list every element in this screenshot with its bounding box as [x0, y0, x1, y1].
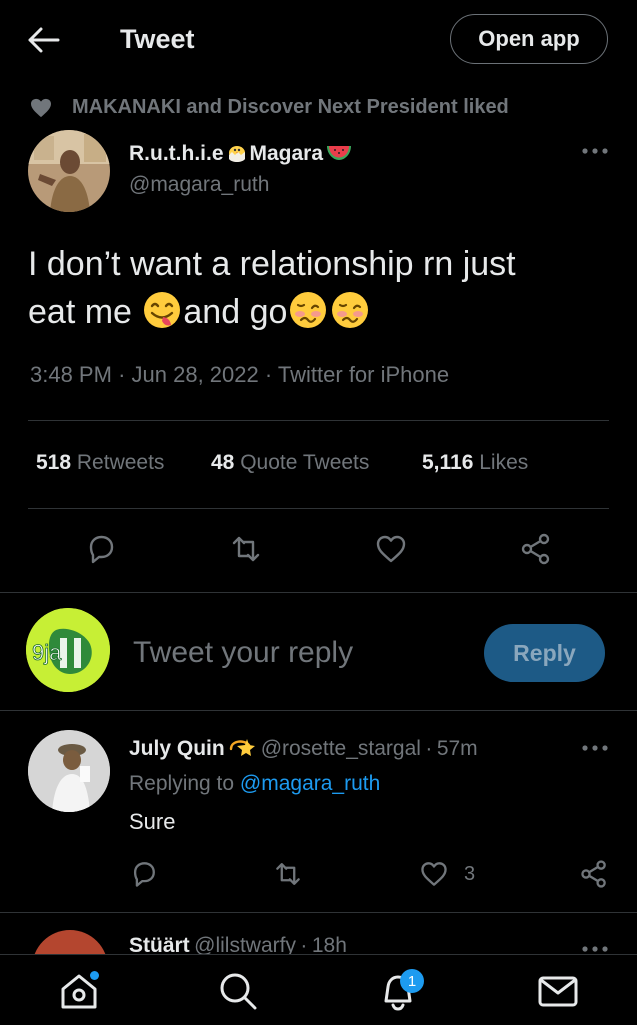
page-title: Tweet — [120, 24, 195, 54]
reply-button[interactable]: Reply — [484, 624, 605, 682]
share-icon[interactable] — [518, 531, 554, 567]
tweet-time[interactable]: 3:48 PM — [30, 362, 112, 387]
notifications-badge: 1 — [400, 969, 424, 993]
divider — [28, 420, 609, 421]
author-name[interactable]: R.u.t.h.i.e Magara — [129, 140, 353, 166]
author-handle[interactable]: @magara_ruth — [129, 173, 269, 197]
current-user-avatar[interactable]: 9ja — [26, 608, 110, 692]
social-context-text: MAKANAKI and Discover Next President lik… — [72, 96, 509, 118]
top-header: Tweet Open app — [0, 0, 637, 80]
author-avatar[interactable] — [28, 130, 110, 212]
likes-stat[interactable]: 5,116 Likes — [422, 451, 528, 475]
tweet-date[interactable]: Jun 28, 2022 — [132, 362, 259, 387]
tweet-meta: 3:48 PM · Jun 28, 2022 · Twitter for iPh… — [30, 362, 449, 388]
likes-label: Likes — [479, 451, 529, 474]
reply-author-handle[interactable]: @rosette_stargal — [261, 737, 421, 760]
reply-header: July Quin @rosette_stargal · 57m — [129, 735, 478, 761]
retweet-icon[interactable] — [228, 531, 264, 567]
replying-to-prefix: Replying to — [129, 772, 235, 795]
hatching-chick-icon — [225, 140, 249, 164]
woozy-face-emoji-icon — [289, 291, 327, 329]
reply-author-name[interactable]: July Quin — [129, 737, 225, 760]
savoring-food-emoji-icon — [143, 291, 181, 329]
tweet-text-line2: eat me and go — [28, 288, 618, 336]
search-icon[interactable] — [216, 969, 260, 1013]
divider — [0, 912, 637, 913]
author-name-part1: R.u.t.h.i.e — [129, 142, 224, 165]
watermelon-icon — [325, 144, 353, 162]
messages-envelope-icon[interactable] — [536, 969, 580, 1013]
more-options-icon[interactable] — [580, 944, 610, 954]
reply-input[interactable]: Tweet your reply — [133, 636, 353, 670]
like-icon[interactable] — [373, 531, 409, 567]
author-name-part2: Magara — [249, 142, 324, 165]
quotes-count: 48 — [211, 451, 235, 474]
tweet-text-part-b: and go — [183, 293, 288, 331]
reply-author-avatar[interactable] — [28, 730, 110, 812]
reply-time[interactable]: 57m — [437, 737, 478, 760]
divider — [0, 592, 637, 593]
tweet-source[interactable]: Twitter for iPhone — [278, 362, 449, 387]
separator: · — [425, 737, 433, 760]
quote-tweets-stat[interactable]: 48 Quote Tweets — [211, 451, 369, 475]
reply-like-count: 3 — [464, 863, 476, 885]
divider — [0, 710, 637, 711]
quotes-label: Quote Tweets — [240, 451, 370, 474]
woozy-face-emoji-icon — [331, 291, 369, 329]
replying-to-link[interactable]: @magara_ruth — [240, 772, 380, 795]
likes-count: 5,116 — [422, 451, 474, 474]
avatar-logo-text: 9ja — [32, 640, 62, 665]
back-arrow-icon[interactable] — [26, 24, 62, 56]
tweet-text: I don’t want a relationship rn just eat … — [28, 240, 618, 336]
retweets-stat[interactable]: 518 Retweets — [36, 451, 164, 475]
more-options-icon[interactable] — [580, 743, 610, 753]
retweets-count: 518 — [36, 451, 72, 474]
retweet-icon[interactable] — [272, 858, 304, 890]
like-icon[interactable] — [418, 858, 450, 890]
reply-text: Sure — [129, 809, 176, 834]
tweet-text-part-a: eat me — [28, 293, 142, 331]
open-app-button[interactable]: Open app — [450, 14, 608, 64]
divider — [28, 508, 609, 509]
reply-icon[interactable] — [83, 531, 119, 567]
more-options-icon[interactable] — [580, 146, 610, 156]
separator: · — [264, 362, 273, 387]
bottom-nav: 1 — [0, 954, 637, 1025]
replying-to: Replying to @magara_ruth — [129, 772, 380, 796]
social-context: MAKANAKI and Discover Next President lik… — [30, 96, 509, 119]
heart-icon — [30, 98, 52, 118]
separator: · — [118, 362, 126, 387]
reply-icon[interactable] — [128, 858, 160, 890]
share-icon[interactable] — [578, 858, 610, 890]
tweet-text-line1: I don’t want a relationship rn just — [28, 245, 516, 283]
retweets-label: Retweets — [76, 451, 165, 474]
dizzy-star-icon — [227, 735, 255, 759]
unread-dot — [90, 971, 99, 980]
